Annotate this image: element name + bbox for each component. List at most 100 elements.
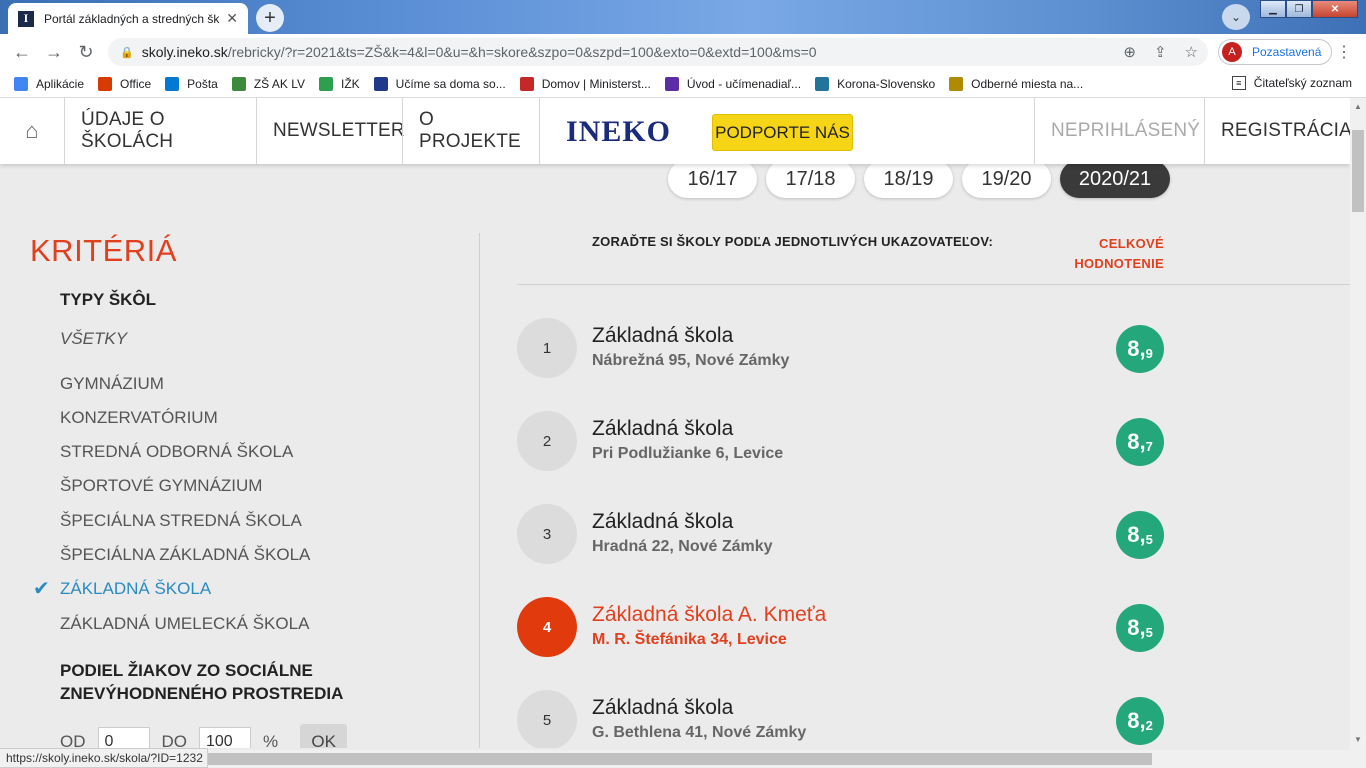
url-path: /rebricky/?r=2021&ts=ZŠ&k=4&l=0&u=&h=sko… [227, 44, 817, 60]
score-dec: 7 [1145, 438, 1153, 454]
school-row-2[interactable]: 2 Základná škola Pri Podlužianke 6, Levi… [517, 411, 1177, 473]
bookmark-6[interactable]: Domov | Ministerst... [519, 76, 651, 91]
more-menu-icon[interactable]: ⋮ [1336, 42, 1352, 62]
nav-school-data[interactable]: ÚDAJE O ŠKOLÁCH [64, 98, 256, 164]
rank-badge: 5 [517, 690, 577, 748]
school-address: Pri Podlužianke 6, Levice [592, 445, 784, 462]
type-art-school[interactable]: ZÁKLADNÁ UMELECKÁ ŠKOLA [60, 614, 309, 634]
bookmark-3[interactable]: ZŠ AK LV [231, 76, 305, 91]
school-address: G. Bethlena 41, Nové Zámky [592, 724, 807, 741]
bookmark-label: Domov | Ministerst... [541, 76, 651, 91]
to-input[interactable] [199, 727, 251, 748]
type-all[interactable]: VŠETKY [60, 329, 127, 349]
overall-rating-sort[interactable]: CELKOVÉ HODNOTENIE [1064, 234, 1164, 274]
type-sports-gymnasium[interactable]: ŠPORTOVÉ GYMNÁZIUM [60, 476, 262, 496]
year-2020-21[interactable]: 2020/21 [1060, 160, 1170, 198]
score-dec: 2 [1145, 717, 1153, 733]
school-name[interactable]: Základná škola [592, 324, 733, 348]
bookmark-7[interactable]: Úvod - učímenadiaľ... [664, 76, 802, 91]
vertical-scrollbar[interactable]: ▲ ▼ [1350, 98, 1366, 768]
maximize-button[interactable]: ❐ [1286, 0, 1312, 18]
bookmark-8[interactable]: Korona-Slovensko [815, 76, 936, 91]
score-int: 8, [1127, 336, 1146, 361]
year-17-18[interactable]: 17/18 [766, 160, 855, 198]
school-address: Nábrežná 95, Nové Zámky [592, 352, 790, 369]
forward-arrow-icon[interactable]: → [38, 36, 70, 68]
status-bar-url: https://skoly.ineko.sk/skola/?ID=1232 [0, 748, 208, 768]
from-label: OD [60, 732, 86, 748]
vertical-scroll-thumb[interactable] [1352, 130, 1364, 212]
address-bar[interactable]: 🔒 skoly.ineko.sk/rebricky/?r=2021&ts=ZŠ&… [108, 38, 1208, 66]
bookmark-0[interactable]: Aplikácie [14, 76, 84, 91]
bookmark-9[interactable]: Odberné miesta na... [949, 76, 1083, 91]
year-16-17[interactable]: 16/17 [668, 160, 757, 198]
reading-list-button[interactable]: ≡ Čitateľský zoznam [1231, 76, 1352, 90]
back-arrow-icon[interactable]: ← [6, 36, 38, 68]
year-19-20[interactable]: 19/20 [962, 160, 1051, 198]
page-content: ⌂ ÚDAJE O ŠKOLÁCH NEWSLETTER O PROJEKTE … [0, 98, 1350, 748]
score-badge: 8, 9 [1116, 325, 1164, 373]
school-row-1[interactable]: 1 Základná škola Nábrežná 95, Nové Zámky… [517, 318, 1177, 380]
ok-button[interactable]: OK [300, 724, 348, 748]
bookmark-5[interactable]: Učíme sa doma so... [373, 76, 506, 91]
new-tab-button[interactable]: + [256, 4, 284, 32]
ineko-logo[interactable]: INEKO [566, 115, 671, 149]
nav-newsletter[interactable]: NEWSLETTER [256, 98, 405, 164]
home-icon[interactable]: ⌂ [0, 98, 64, 164]
school-name[interactable]: Základná škola [592, 696, 733, 720]
support-button[interactable]: PODPORTE NÁS [712, 114, 853, 151]
type-special-primary[interactable]: ŠPECIÁLNA ZÁKLADNÁ ŠKOLA [60, 545, 310, 565]
lock-icon[interactable]: 🔒 [120, 46, 134, 59]
minimize-button[interactable]: ▁ [1260, 0, 1286, 18]
type-gymnasium[interactable]: GYMNÁZIUM [60, 374, 164, 394]
login-status[interactable]: NEPRIHLÁSENÝ [1034, 98, 1204, 164]
zoom-icon[interactable]: ⊕ [1123, 43, 1136, 61]
rank-badge: 2 [517, 411, 577, 471]
school-row-4[interactable]: 4 Základná škola A. Kmeťa M. R. Štefánik… [517, 597, 1177, 659]
tab-search-icon[interactable]: ⌄ [1222, 4, 1250, 30]
school-row-5[interactable]: 5 Základná škola G. Bethlena 41, Nové Zá… [517, 690, 1177, 748]
rank-badge: 3 [517, 504, 577, 564]
year-18-19[interactable]: 18/19 [864, 160, 953, 198]
u-circle-icon [664, 76, 679, 91]
bookmark-1[interactable]: Office [98, 76, 151, 91]
browser-tab[interactable]: I Portál základných a stredných šk ✕ [8, 3, 248, 34]
scroll-up-icon[interactable]: ▲ [1354, 102, 1362, 111]
type-special-secondary[interactable]: ŠPECIÁLNA STREDNÁ ŠKOLA [60, 511, 302, 531]
school-name[interactable]: Základná škola [592, 510, 733, 534]
rank-badge: 1 [517, 318, 577, 378]
score-int: 8, [1127, 429, 1146, 454]
social-heading-line2: ZNEVÝHODNENÉHO PROSTREDIA [60, 684, 344, 703]
share-icon[interactable]: ⇪ [1154, 43, 1167, 61]
overall-line1: CELKOVÉ [1099, 236, 1164, 251]
nav-about-project[interactable]: O PROJEKTE [402, 98, 540, 164]
school-name[interactable]: Základná škola A. Kmeťa [592, 603, 826, 627]
type-vocational[interactable]: STREDNÁ ODBORNÁ ŠKOLA [60, 442, 293, 462]
window-controls: ▁ ❐ ✕ [1260, 0, 1358, 18]
score-int: 8, [1127, 522, 1146, 547]
bookmark-2[interactable]: Pošta [165, 76, 218, 91]
bookmark-label: Korona-Slovensko [837, 76, 936, 91]
profile-button[interactable]: A Pozastavená [1218, 39, 1333, 65]
bookmark-star-icon[interactable]: ☆ [1185, 43, 1198, 61]
bookmark-4[interactable]: IŽK [318, 76, 360, 91]
school-name[interactable]: Základná škola [592, 417, 733, 441]
score-dec: 5 [1145, 531, 1153, 547]
wordpress-icon [815, 76, 830, 91]
horizontal-scroll-thumb[interactable] [208, 753, 1152, 765]
type-conservatory[interactable]: KONZERVATÓRIUM [60, 408, 218, 428]
column-divider [479, 233, 480, 748]
from-input[interactable] [97, 727, 150, 748]
school-row-3[interactable]: 3 Základná škola Hradná 22, Nové Zámky 8… [517, 504, 1177, 566]
bookmark-label: Úvod - učímenadiaľ... [686, 76, 802, 91]
close-window-button[interactable]: ✕ [1312, 0, 1358, 18]
register-link[interactable]: REGISTRÁCIA [1204, 98, 1350, 164]
site-header: ⌂ ÚDAJE O ŠKOLÁCH NEWSLETTER O PROJEKTE … [0, 98, 1350, 164]
school-address: M. R. Štefánika 34, Levice [592, 631, 787, 648]
reload-icon[interactable]: ↻ [70, 36, 102, 68]
tab-close-icon[interactable]: ✕ [226, 10, 238, 27]
bookmark-label: ZŠ AK LV [253, 76, 305, 91]
sk-emblem-icon [519, 76, 534, 91]
type-primary[interactable]: ZÁKLADNÁ ŠKOLA [60, 579, 211, 599]
scroll-down-icon[interactable]: ▼ [1354, 735, 1362, 744]
